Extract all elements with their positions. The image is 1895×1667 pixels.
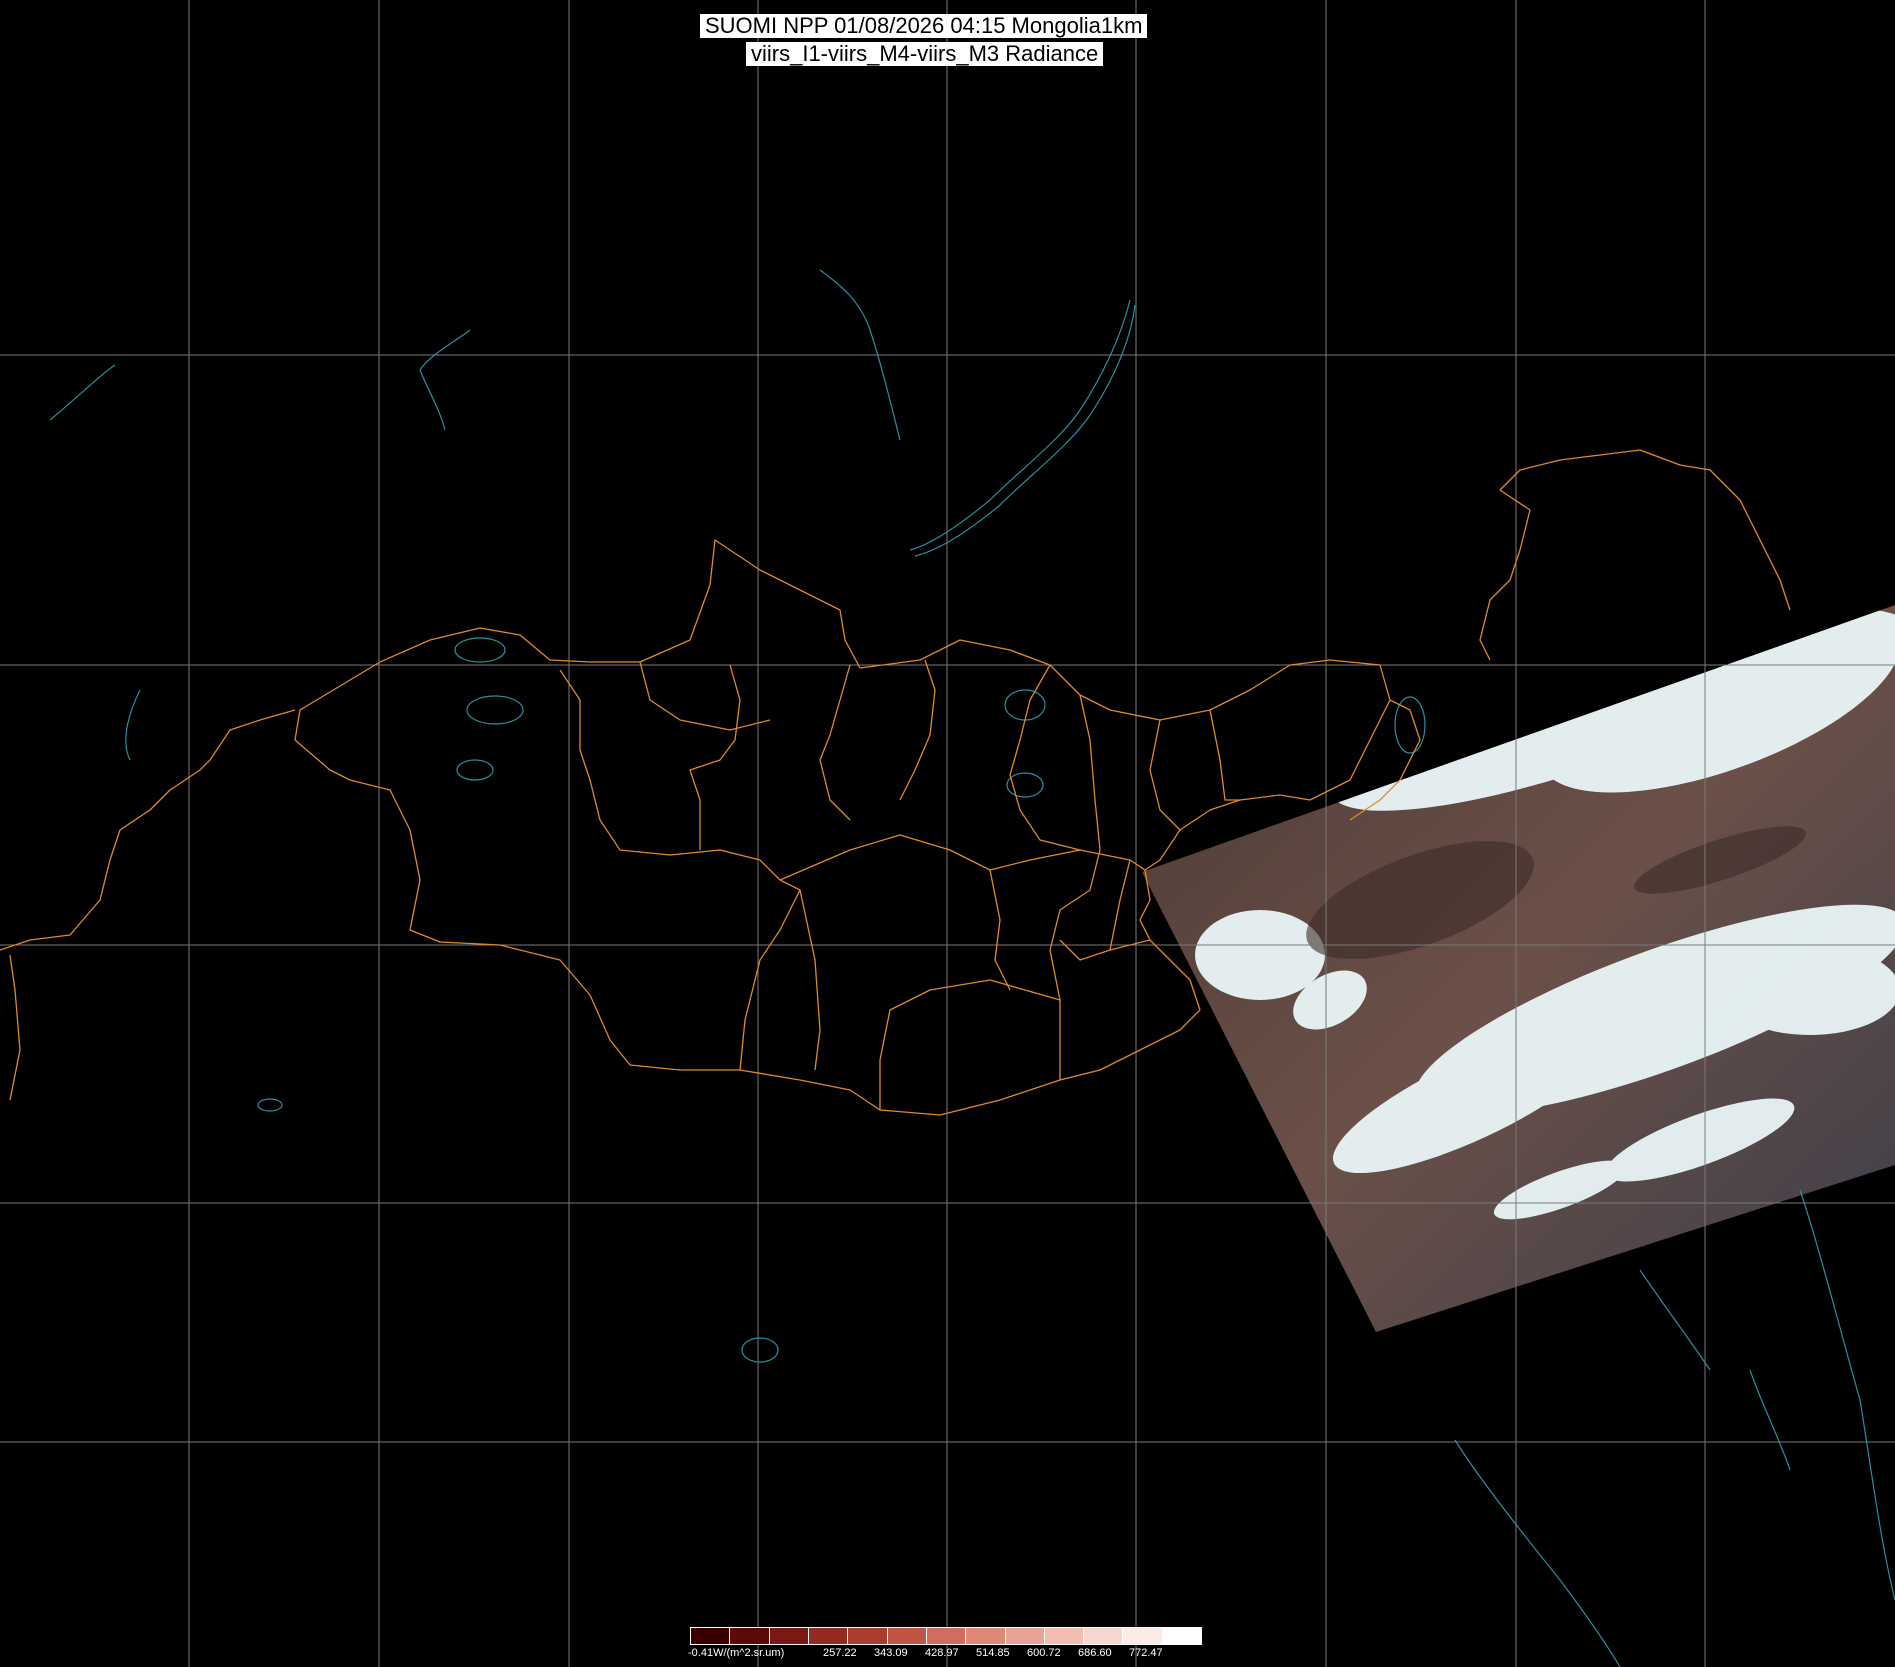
satellite-swath (1142, 605, 1895, 1332)
colorbar-tick: 772.47 (1129, 1647, 1163, 1659)
colorbar-tick: 686.60 (1078, 1647, 1112, 1659)
colorbar-segment (926, 1628, 967, 1644)
satellite-map (0, 0, 1895, 1667)
colorbar-segment (808, 1628, 849, 1644)
colorbar-segment (769, 1628, 809, 1644)
colorbar-segment (966, 1628, 1006, 1644)
colorbar-segment (691, 1628, 731, 1644)
colorbar-segment (1044, 1628, 1085, 1644)
colorbar-tick: 257.22 (823, 1647, 857, 1659)
colorbar-tick: 600.72 (1027, 1647, 1061, 1659)
colorbar-tick: 514.85 (976, 1647, 1010, 1659)
colorbar-tick: 428.97 (925, 1647, 959, 1659)
colorbar-segment (848, 1628, 888, 1644)
colorbar-segment (887, 1628, 927, 1644)
map-title-line1: SUOMI NPP 01/08/2026 04:15 Mongolia1km (700, 14, 1148, 38)
colorbar-segment (730, 1628, 770, 1644)
colorbar-unit-label: -0.41W/(m^2.sr.um) (688, 1647, 785, 1659)
colorbar-labels: -0.41W/(m^2.sr.um) 257.22 343.09 428.97 … (680, 1647, 1220, 1663)
colorbar (690, 1627, 1202, 1645)
colorbar-segment (1123, 1628, 1163, 1644)
colorbar-segment (1162, 1628, 1202, 1644)
map-title-line2: viirs_I1-viirs_M4-viirs_M3 Radiance (746, 42, 1104, 66)
colorbar-tick: 343.09 (874, 1647, 908, 1659)
colorbar-segment (1005, 1628, 1045, 1644)
colorbar-segment (1084, 1628, 1124, 1644)
